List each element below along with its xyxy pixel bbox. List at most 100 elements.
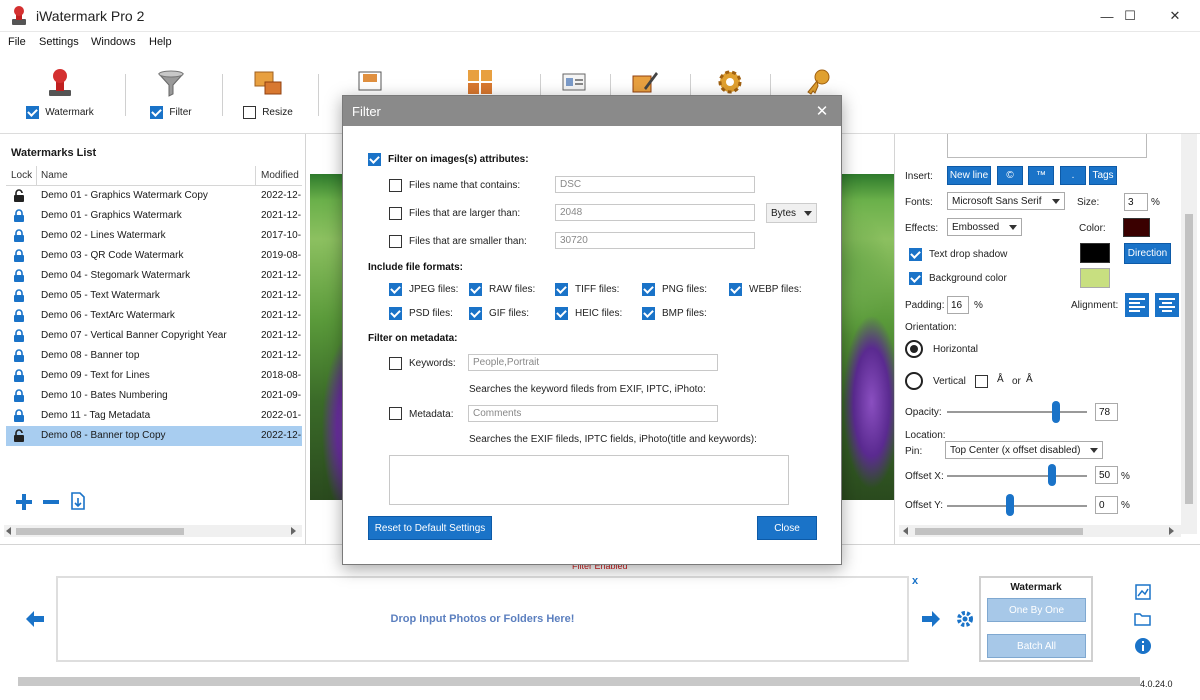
table-row[interactable]: Demo 01 - Graphics Watermark Copy 2022-12… [6,186,302,206]
dot-button[interactable]: . [1060,166,1086,185]
arrow-left-icon[interactable] [26,611,44,627]
shadow-color-swatch[interactable] [1080,243,1110,263]
format-option[interactable]: GIF files: [469,307,529,320]
table-row[interactable]: Demo 02 - Lines Watermark 2017-10- [6,226,302,246]
tags-button[interactable]: Tags [1089,166,1117,185]
metadata-textarea[interactable] [389,455,789,505]
table-row[interactable]: Demo 07 - Vertical Banner Copyright Year… [6,326,302,346]
scroll-thumb[interactable] [915,528,1083,535]
format-checkbox[interactable] [555,307,568,320]
scroll-thumb[interactable] [16,528,184,535]
metadata-input[interactable]: Comments [468,405,718,422]
watermark-checkbox[interactable] [26,106,40,119]
background-color-checkbox[interactable] [909,272,922,285]
scroll-left-icon[interactable] [903,527,908,535]
name-contains-input[interactable]: DSC [555,176,755,193]
keywords-checkbox[interactable] [389,357,402,370]
copyright-button[interactable]: © [997,166,1023,185]
drop-zone[interactable]: Drop Input Photos or Folders Here! [56,576,909,662]
vertical-radio[interactable] [905,372,923,390]
offset-y-slider-track[interactable] [947,505,1087,507]
reset-default-button[interactable]: Reset to Default Settings [368,516,492,540]
larger-than-input[interactable]: 2048 [555,204,755,221]
edit-image-icon[interactable] [630,68,658,96]
table-row[interactable]: Demo 08 - Banner top Copy 2022-12- [6,426,302,446]
format-checkbox[interactable] [555,283,568,296]
table-row[interactable]: Demo 03 - QR Code Watermark 2019-08- [6,246,302,266]
format-option[interactable]: PSD files: [389,307,453,320]
format-option[interactable]: PNG files: [642,283,707,296]
filter-checkbox[interactable] [150,106,164,119]
text-color-swatch[interactable] [1123,218,1150,237]
maximize-button[interactable]: ☐ [1107,0,1153,32]
settings-vscrollbar[interactable] [1181,134,1197,534]
bottom-hscrollbar[interactable] [18,677,1140,686]
smaller-than-input[interactable]: 30720 [555,232,755,249]
opacity-slider-track[interactable] [947,411,1087,413]
menu-settings[interactable]: Settings [39,36,79,48]
import-watermark-icon[interactable] [70,492,86,510]
format-checkbox[interactable] [389,307,402,320]
key-icon[interactable] [804,68,832,96]
format-checkbox[interactable] [642,283,655,296]
text-drop-shadow-checkbox[interactable] [909,248,922,261]
name-contains-checkbox[interactable] [389,179,402,192]
offset-x-slider-track[interactable] [947,475,1087,477]
table-row[interactable]: Demo 08 - Banner top 2021-12- [6,346,302,366]
column-name[interactable]: Name [41,170,68,181]
settings-hscrollbar[interactable] [899,525,1181,537]
format-checkbox[interactable] [389,283,402,296]
remove-watermark-icon[interactable] [42,493,60,511]
direction-button[interactable]: Direction [1124,243,1171,264]
background-color-row[interactable]: Background color [909,272,1007,285]
scroll-left-icon[interactable] [6,527,11,535]
menu-file[interactable]: File [8,36,26,48]
offset-x-input[interactable]: 50 [1095,466,1118,484]
close-icon[interactable]: ✕ [807,100,837,122]
smaller-than-checkbox[interactable] [389,235,402,248]
table-row[interactable]: Demo 09 - Text for Lines 2018-08- [6,366,302,386]
format-option[interactable]: TIFF files: [555,283,619,296]
keywords-input[interactable]: People,Portrait [468,354,718,371]
horizontal-radio[interactable] [905,340,923,358]
batch-all-button[interactable]: Batch All [987,634,1086,658]
scroll-right-icon[interactable] [291,527,296,535]
folder-open-icon[interactable] [1134,611,1152,627]
align-left-icon[interactable] [1125,293,1149,317]
column-lock[interactable]: Lock [11,170,32,181]
opacity-slider-thumb[interactable] [1052,401,1061,423]
offset-y-slider-thumb[interactable] [1006,494,1014,516]
larger-than-checkbox[interactable] [389,207,402,220]
padding-input[interactable]: 16 [947,296,969,314]
grid-images-icon[interactable] [466,68,494,96]
image-chart-icon[interactable] [1135,584,1151,600]
arrow-right-icon[interactable] [922,611,940,627]
filter-on-attributes-checkbox[interactable] [368,153,381,166]
background-color-swatch[interactable] [1080,268,1110,288]
text-label-icon[interactable] [356,68,384,96]
format-checkbox[interactable] [469,307,482,320]
format-checkbox[interactable] [729,283,742,296]
settings-gear-icon[interactable] [956,610,974,628]
table-row[interactable]: Demo 11 - Tag Metadata 2022-01- [6,406,302,426]
table-row[interactable]: Demo 04 - Stegomark Watermark 2021-12- [6,266,302,286]
opacity-input[interactable]: 78 [1095,403,1118,421]
tool-filter[interactable]: Filter [145,54,197,119]
id-card-icon[interactable] [560,68,588,96]
column-modified[interactable]: Modified [261,170,299,181]
offset-x-slider-thumb[interactable] [1048,464,1056,486]
filter-on-attributes-row[interactable]: Filter on images(s) attributes: [368,153,529,166]
tool-watermark[interactable]: Watermark [26,54,94,119]
format-option[interactable]: RAW files: [469,283,535,296]
metadata-checkbox[interactable] [389,407,402,420]
table-row[interactable]: Demo 06 - TextArc Watermark 2021-12- [6,306,302,326]
clear-input-button[interactable]: x [912,575,918,587]
size-unit-select[interactable]: Bytes [766,203,817,223]
scroll-right-icon[interactable] [1169,527,1174,535]
add-watermark-icon[interactable] [15,493,33,511]
watermark-text-box[interactable] [947,134,1147,158]
format-option[interactable]: JPEG files: [389,283,458,296]
menu-help[interactable]: Help [149,36,172,48]
text-drop-shadow-row[interactable]: Text drop shadow [909,248,1007,261]
menu-windows[interactable]: Windows [91,36,136,48]
